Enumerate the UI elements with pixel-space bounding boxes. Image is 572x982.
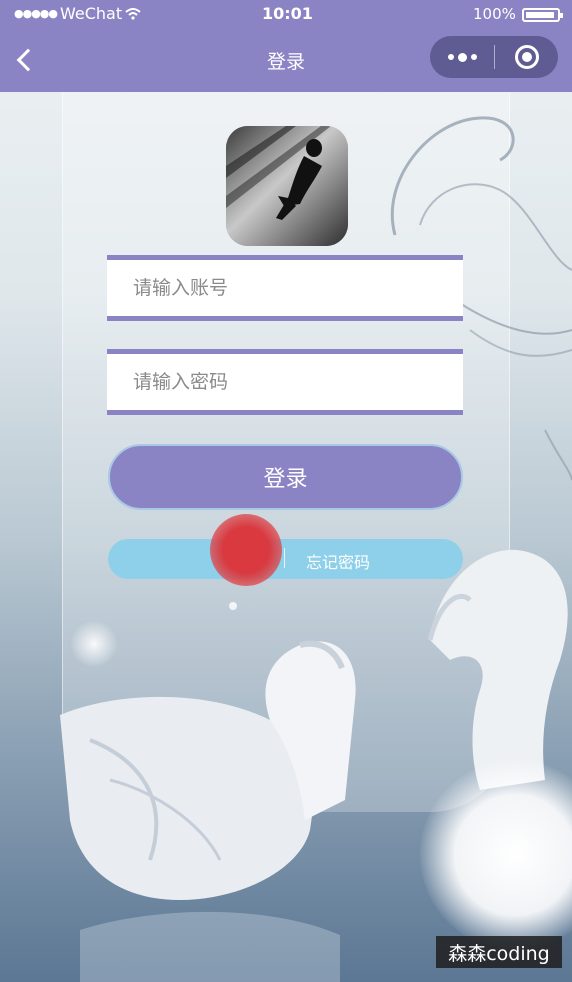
more-button[interactable]	[430, 36, 494, 78]
battery-icon	[522, 8, 563, 22]
forgot-password-link[interactable]: 忘记密码	[306, 549, 370, 573]
links-divider	[284, 548, 285, 568]
battery-percentage: 100%	[473, 5, 516, 23]
close-mini-program-icon	[514, 45, 539, 69]
password-field[interactable]	[107, 349, 463, 415]
password-input[interactable]	[107, 354, 463, 410]
login-button[interactable]: 登录	[108, 444, 463, 510]
avatar-photo	[226, 126, 348, 246]
touch-indicator	[210, 514, 282, 586]
carrier-name: WeChat	[60, 4, 123, 23]
signal-dots-icon: ●●●●●	[14, 7, 58, 20]
navigation-bar: 登录	[0, 28, 572, 92]
watermark: 森森coding	[436, 936, 562, 968]
account-field[interactable]	[107, 255, 463, 321]
close-button[interactable]	[495, 36, 558, 78]
status-bar: ●●●●● WeChat 10:01 100%	[0, 0, 572, 28]
app-screen: ●●●●● WeChat 10:01 100% 登录 请输入账号 登录 忘记密码…	[0, 0, 572, 982]
wifi-icon	[125, 7, 141, 20]
more-dots-icon	[447, 54, 454, 60]
status-time: 10:01	[262, 4, 313, 23]
carrier: ●●●●● WeChat	[14, 4, 141, 23]
account-input[interactable]	[107, 260, 463, 316]
light-glow	[70, 620, 118, 668]
avatar	[226, 126, 348, 246]
mini-program-capsule	[430, 36, 558, 78]
decorative-dot	[229, 602, 237, 610]
account-links-bar: 忘记密码	[108, 539, 463, 579]
